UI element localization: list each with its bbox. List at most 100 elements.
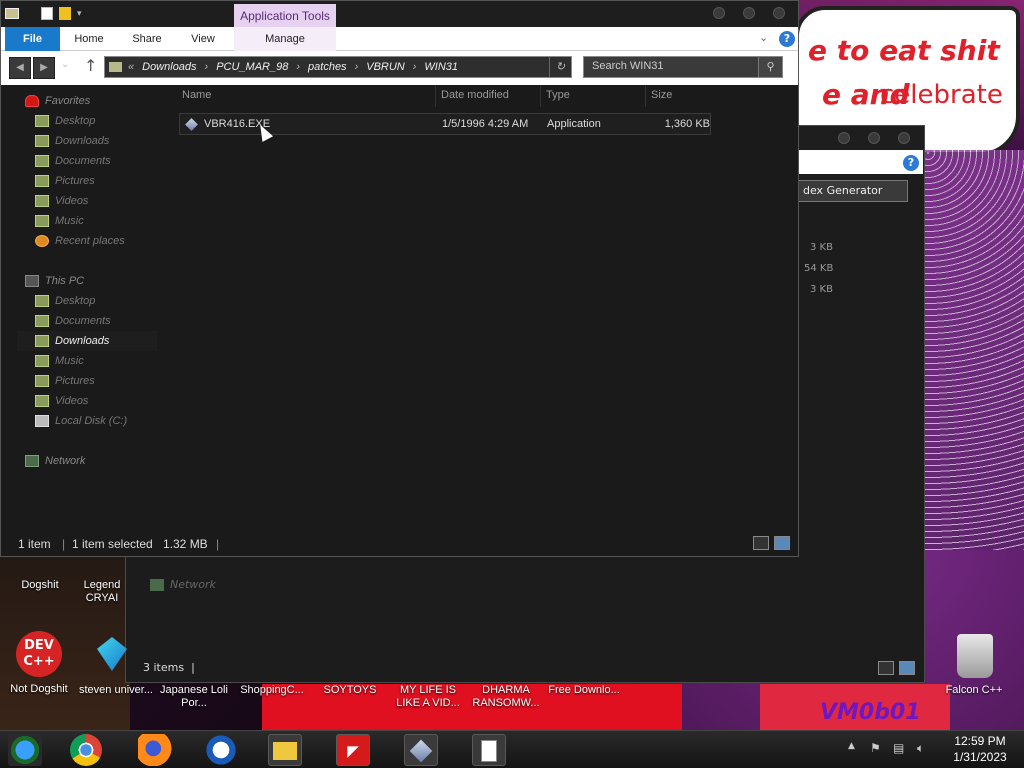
tab-manage[interactable]: Manage xyxy=(234,27,336,51)
desktop-icon-falcon[interactable]: Falcon C++ xyxy=(936,684,1012,697)
refresh-icon[interactable]: ↻ xyxy=(549,57,571,77)
breadcrumb-downloads[interactable]: Downloads xyxy=(142,61,196,73)
folder-icon xyxy=(5,8,19,19)
desktop-folder-icon xyxy=(35,115,49,127)
up-arrow-icon[interactable]: ↑ xyxy=(84,56,97,75)
document-icon[interactable] xyxy=(472,734,506,766)
volume-icon[interactable]: 🔈︎ xyxy=(917,741,924,756)
large-icons-view-icon[interactable] xyxy=(774,536,790,550)
firefox-icon[interactable] xyxy=(138,734,172,766)
back-close-button[interactable] xyxy=(898,132,910,144)
desktop-icon-dharma[interactable]: DHARMA RANSOMW... xyxy=(468,684,544,710)
installer-icon[interactable] xyxy=(404,734,438,766)
column-name[interactable]: Name xyxy=(177,85,436,107)
nav-this-pc[interactable]: This PC xyxy=(17,271,157,291)
heart-icon xyxy=(25,95,39,107)
network-icon xyxy=(150,579,164,591)
desktop-icon-japanese[interactable]: Japanese Loli Por... xyxy=(156,684,232,710)
breadcrumb-patches[interactable]: patches xyxy=(308,61,347,73)
column-headers: Name Date modified Type Size xyxy=(177,85,712,107)
desktop-icon-shopping[interactable]: ShoppingC... xyxy=(234,684,310,697)
nav-pc-videos[interactable]: Videos xyxy=(17,391,157,411)
address-bar[interactable]: « Downloads › PCU_MAR_98 › patches › VBRUN ›… xyxy=(104,56,572,78)
show-hidden-icons-icon[interactable]: ▲ xyxy=(848,741,855,751)
desktop-icon-legend[interactable]: Legend CRYAI xyxy=(74,579,130,605)
nav-fav-music[interactable]: Music xyxy=(17,211,157,231)
desktop-icon-free-download[interactable]: Free Downlo... xyxy=(546,684,622,697)
desktop-icon-soytoys[interactable]: SOYTOYS xyxy=(312,684,388,697)
back-minimize-button[interactable] xyxy=(838,132,850,144)
nav-fav-documents[interactable]: Documents xyxy=(17,151,157,171)
chevron-down-icon[interactable]: ▾ xyxy=(77,9,82,19)
red-app-icon[interactable]: ◤ xyxy=(336,734,370,766)
breadcrumb-separator[interactable]: › xyxy=(296,61,300,73)
back-button[interactable]: ◀ xyxy=(9,57,31,79)
nav-pc-downloads[interactable]: Downloads xyxy=(17,331,157,351)
nav-fav-desktop[interactable]: Desktop xyxy=(17,111,157,131)
start-button-icon[interactable] xyxy=(8,734,42,766)
nav-fav-pictures[interactable]: Pictures xyxy=(17,171,157,191)
back-details-view-icon[interactable] xyxy=(878,661,894,675)
explorer-window[interactable]: ▾ Application Tools File Home Share View… xyxy=(0,0,799,557)
breadcrumb-separator[interactable]: › xyxy=(355,61,359,73)
status-bar: 1 item | 1 item selected 1.32 MB | xyxy=(1,531,798,557)
minimize-button[interactable] xyxy=(713,7,725,19)
file-type: Application xyxy=(547,118,601,130)
wallpaper-text-2b: celebrate xyxy=(880,80,1003,110)
breadcrumb-separator[interactable]: › xyxy=(205,61,209,73)
nav-fav-downloads[interactable]: Downloads xyxy=(17,131,157,151)
tab-view[interactable]: View xyxy=(185,27,221,51)
nav-fav-recent[interactable]: Recent places xyxy=(17,231,157,251)
desktop-icon-steven[interactable]: steven univer... xyxy=(78,684,154,697)
recycle-bin-icon[interactable] xyxy=(957,634,993,678)
breadcrumb-vbrun[interactable]: VBRUN xyxy=(366,61,405,73)
breadcrumb-separator[interactable]: › xyxy=(413,61,417,73)
nav-pc-pictures[interactable]: Pictures xyxy=(17,371,157,391)
breadcrumb-win31[interactable]: WIN31 xyxy=(424,61,458,73)
nav-fav-videos[interactable]: Videos xyxy=(17,191,157,211)
nav-pc-desktop[interactable]: Desktop xyxy=(17,291,157,311)
recent-locations-icon[interactable]: ⌄ xyxy=(61,59,69,70)
back-size-2: 54 KB xyxy=(804,263,834,274)
chrome-icon[interactable] xyxy=(70,734,102,766)
file-explorer-icon[interactable] xyxy=(268,734,302,766)
file-date: 1/5/1996 4:29 AM xyxy=(442,118,529,130)
nav-network[interactable]: Network xyxy=(17,451,157,471)
chevron-down-icon[interactable]: ⌄ xyxy=(759,31,768,44)
tab-home[interactable]: Home xyxy=(69,27,109,51)
close-button[interactable] xyxy=(773,7,785,19)
clock[interactable]: 12:59 PM 1/31/2023 xyxy=(946,733,1014,765)
column-date-modified[interactable]: Date modified xyxy=(436,85,541,107)
flag-icon[interactable]: ⚑ xyxy=(870,741,881,755)
column-type[interactable]: Type xyxy=(541,85,646,107)
nav-pc-documents[interactable]: Documents xyxy=(17,311,157,331)
titlebar[interactable]: ▾ Application Tools xyxy=(1,1,798,28)
forward-button[interactable]: ▶ xyxy=(33,57,55,79)
desktop-icon-dogshit[interactable]: Dogshit xyxy=(2,579,78,592)
back-search-box[interactable]: dex Generator xyxy=(798,180,908,202)
devcpp-icon[interactable]: DEV C++ xyxy=(16,631,62,677)
obama-logo-icon[interactable] xyxy=(204,734,238,766)
back-maximize-button[interactable] xyxy=(868,132,880,144)
back-large-icons-view-icon[interactable] xyxy=(899,661,915,675)
search-input[interactable]: Search WIN31 ⚲ xyxy=(583,56,783,78)
breadcrumb-pcu[interactable]: PCU_MAR_98 xyxy=(216,61,288,73)
back-network-item[interactable]: Network xyxy=(150,578,216,591)
tab-share[interactable]: Share xyxy=(125,27,169,51)
address-overflow[interactable]: « xyxy=(128,61,134,73)
tab-file[interactable]: File xyxy=(5,27,60,51)
desktop-icon-my-life[interactable]: MY LIFE IS LIKE A VID... xyxy=(390,684,466,710)
nav-pc-local-disk[interactable]: Local Disk (C:) xyxy=(17,411,157,431)
search-icon[interactable]: ⚲ xyxy=(758,57,782,77)
network-status-icon[interactable]: ▤ xyxy=(893,741,904,755)
maximize-button[interactable] xyxy=(743,7,755,19)
properties-icon[interactable] xyxy=(41,7,53,20)
nav-pc-music[interactable]: Music xyxy=(17,351,157,371)
help-icon[interactable]: ? xyxy=(779,31,795,47)
new-folder-icon[interactable] xyxy=(59,7,71,20)
nav-favorites[interactable]: Favorites xyxy=(17,91,157,111)
details-view-icon[interactable] xyxy=(753,536,769,550)
desktop-icon-not-dogshit[interactable]: Not Dogshit xyxy=(1,683,77,696)
back-help-icon[interactable]: ? xyxy=(903,155,919,171)
column-size[interactable]: Size xyxy=(646,85,712,107)
